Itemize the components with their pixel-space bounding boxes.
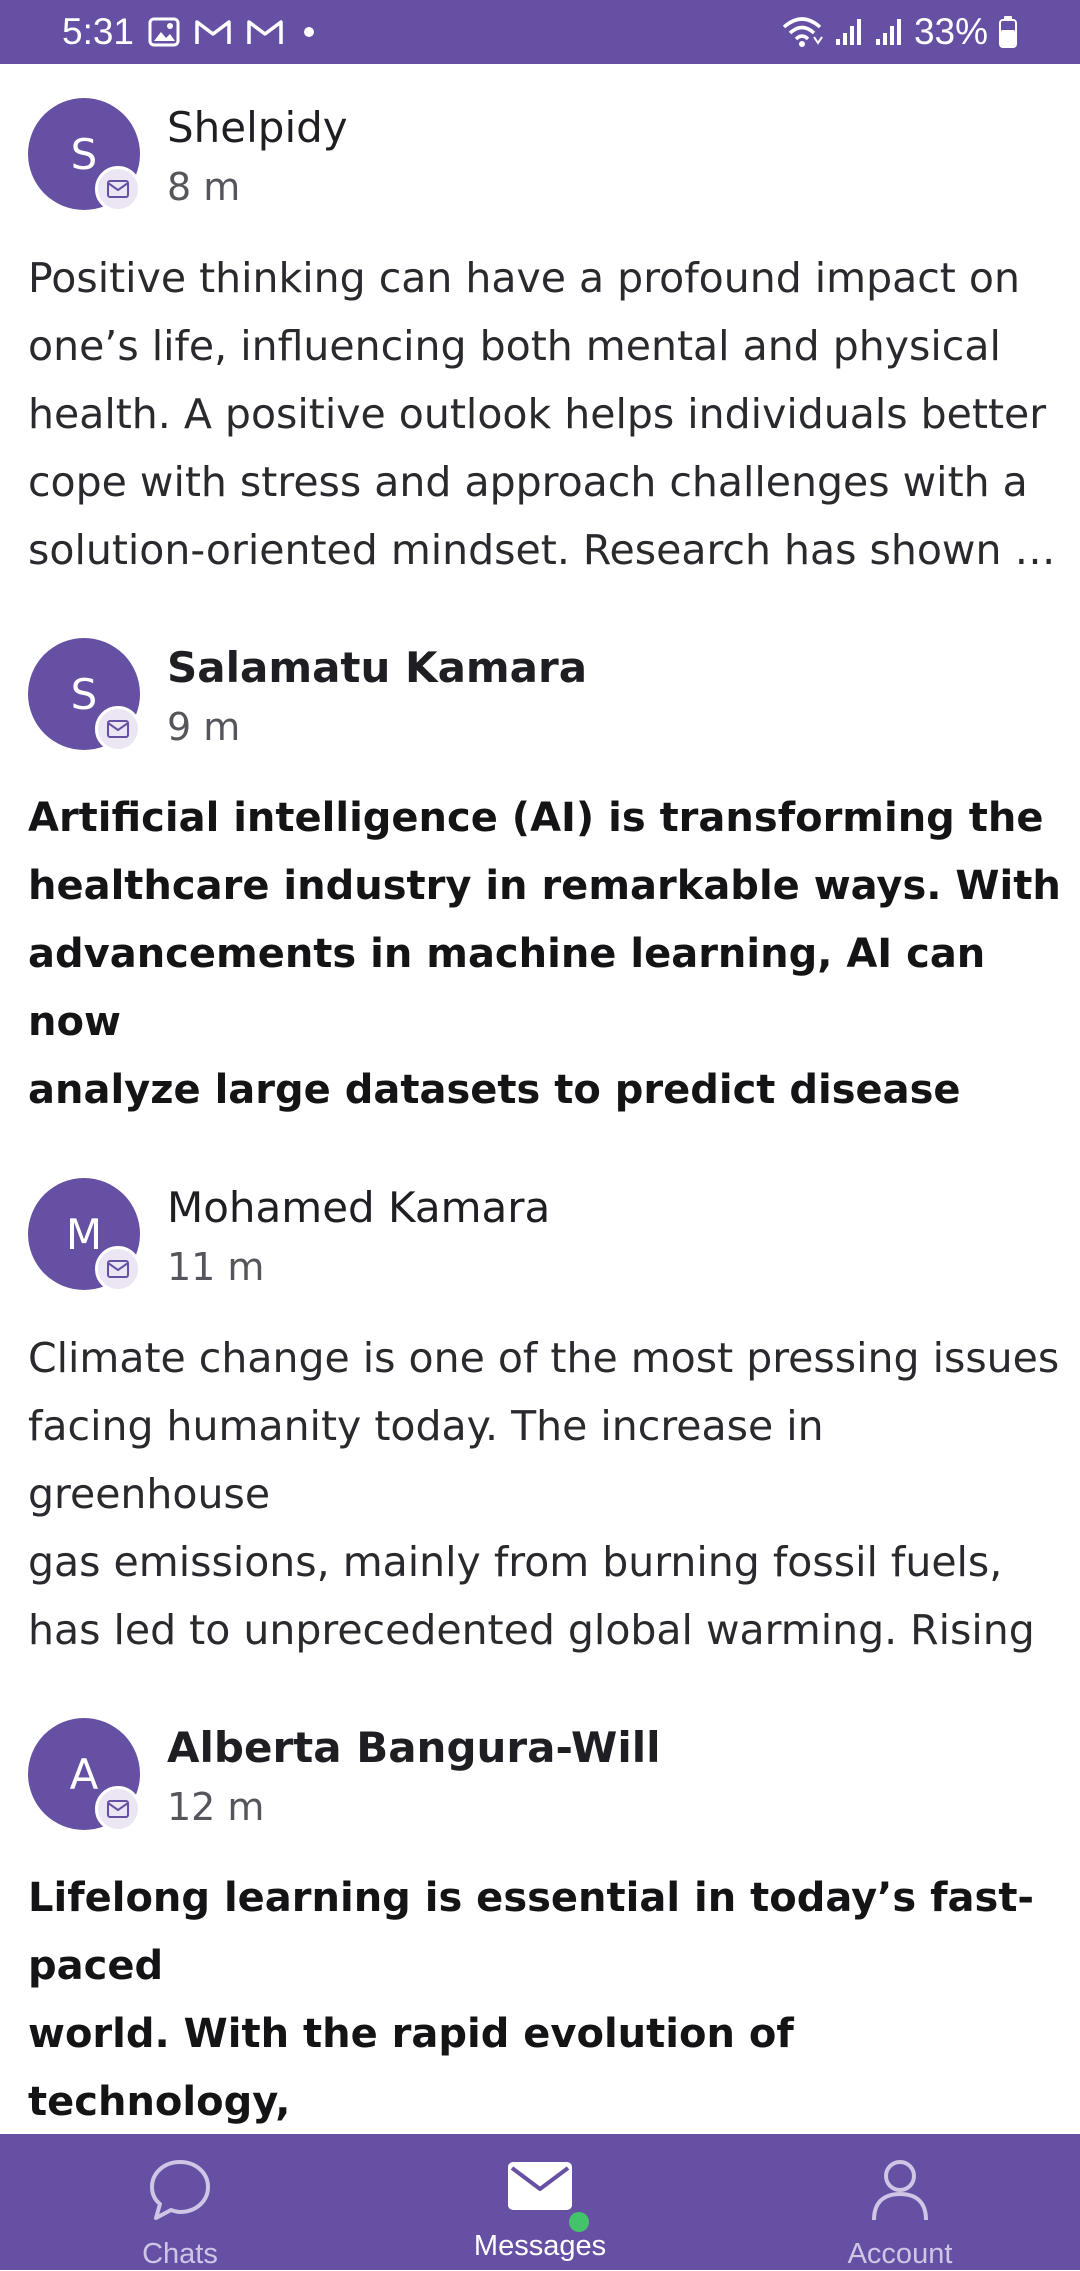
nav-chats-label: Chats <box>142 2238 218 2270</box>
battery-icon <box>998 15 1018 49</box>
bottom-nav: Chats Messages Account <box>0 2134 1080 2270</box>
sender-name: Mohamed Kamara <box>167 1183 551 1232</box>
mail-icon <box>95 706 141 752</box>
gmail-icon <box>194 18 232 46</box>
mail-icon <box>95 1246 141 1292</box>
message-time: 8 m <box>167 165 241 209</box>
wifi-icon <box>780 15 824 49</box>
mail-icon <box>95 166 141 212</box>
mail-icon <box>95 1786 141 1832</box>
dot-icon <box>304 27 315 37</box>
sender-name: Shelpidy <box>167 103 348 152</box>
image-icon <box>148 17 180 47</box>
nav-messages[interactable]: Messages <box>360 2134 720 2270</box>
signal-icon <box>834 17 864 47</box>
nav-chats[interactable]: Chats <box>0 2134 360 2270</box>
sender-name: Salamatu Kamara <box>167 643 588 692</box>
message-item[interactable]: M Mohamed Kamara 11 m Climate change is … <box>0 1144 1080 1684</box>
mail-icon <box>506 2156 574 2220</box>
signal-icon <box>874 17 904 47</box>
online-indicator <box>569 2212 589 2232</box>
message-time: 11 m <box>167 1245 265 1289</box>
nav-account[interactable]: Account <box>720 2134 1080 2270</box>
battery-level: 33% <box>913 11 988 52</box>
message-item[interactable]: A Alberta Bangura-Will 12 m Lifelong lea… <box>0 1684 1080 2134</box>
sender-name: Alberta Bangura-Will <box>167 1723 661 1772</box>
message-preview: Artificial intelligence (AI) is transfor… <box>28 795 1061 1113</box>
chat-bubble-icon <box>146 2156 214 2228</box>
gmail-icon <box>246 18 284 46</box>
message-item[interactable]: S Salamatu Kamara 9 m Artificial intelli… <box>0 604 1080 1144</box>
message-preview: Climate change is one of the most pressi… <box>28 1334 1060 1654</box>
message-item[interactable]: S Shelpidy 8 m Positive thinking can hav… <box>0 64 1080 604</box>
message-time: 9 m <box>167 705 241 749</box>
message-preview: Lifelong learning is essential in today’… <box>28 1875 1035 2125</box>
nav-account-label: Account <box>847 2238 953 2270</box>
person-icon <box>866 2156 934 2228</box>
message-time: 12 m <box>167 1785 265 1829</box>
message-list[interactable]: S Shelpidy 8 m Positive thinking can hav… <box>0 64 1080 2134</box>
nav-messages-label: Messages <box>473 2230 607 2262</box>
message-preview: Positive thinking can have a profound im… <box>28 254 1056 574</box>
status-bar: 5:31 33% <box>0 0 1080 64</box>
status-time: 5:31 <box>62 11 135 52</box>
